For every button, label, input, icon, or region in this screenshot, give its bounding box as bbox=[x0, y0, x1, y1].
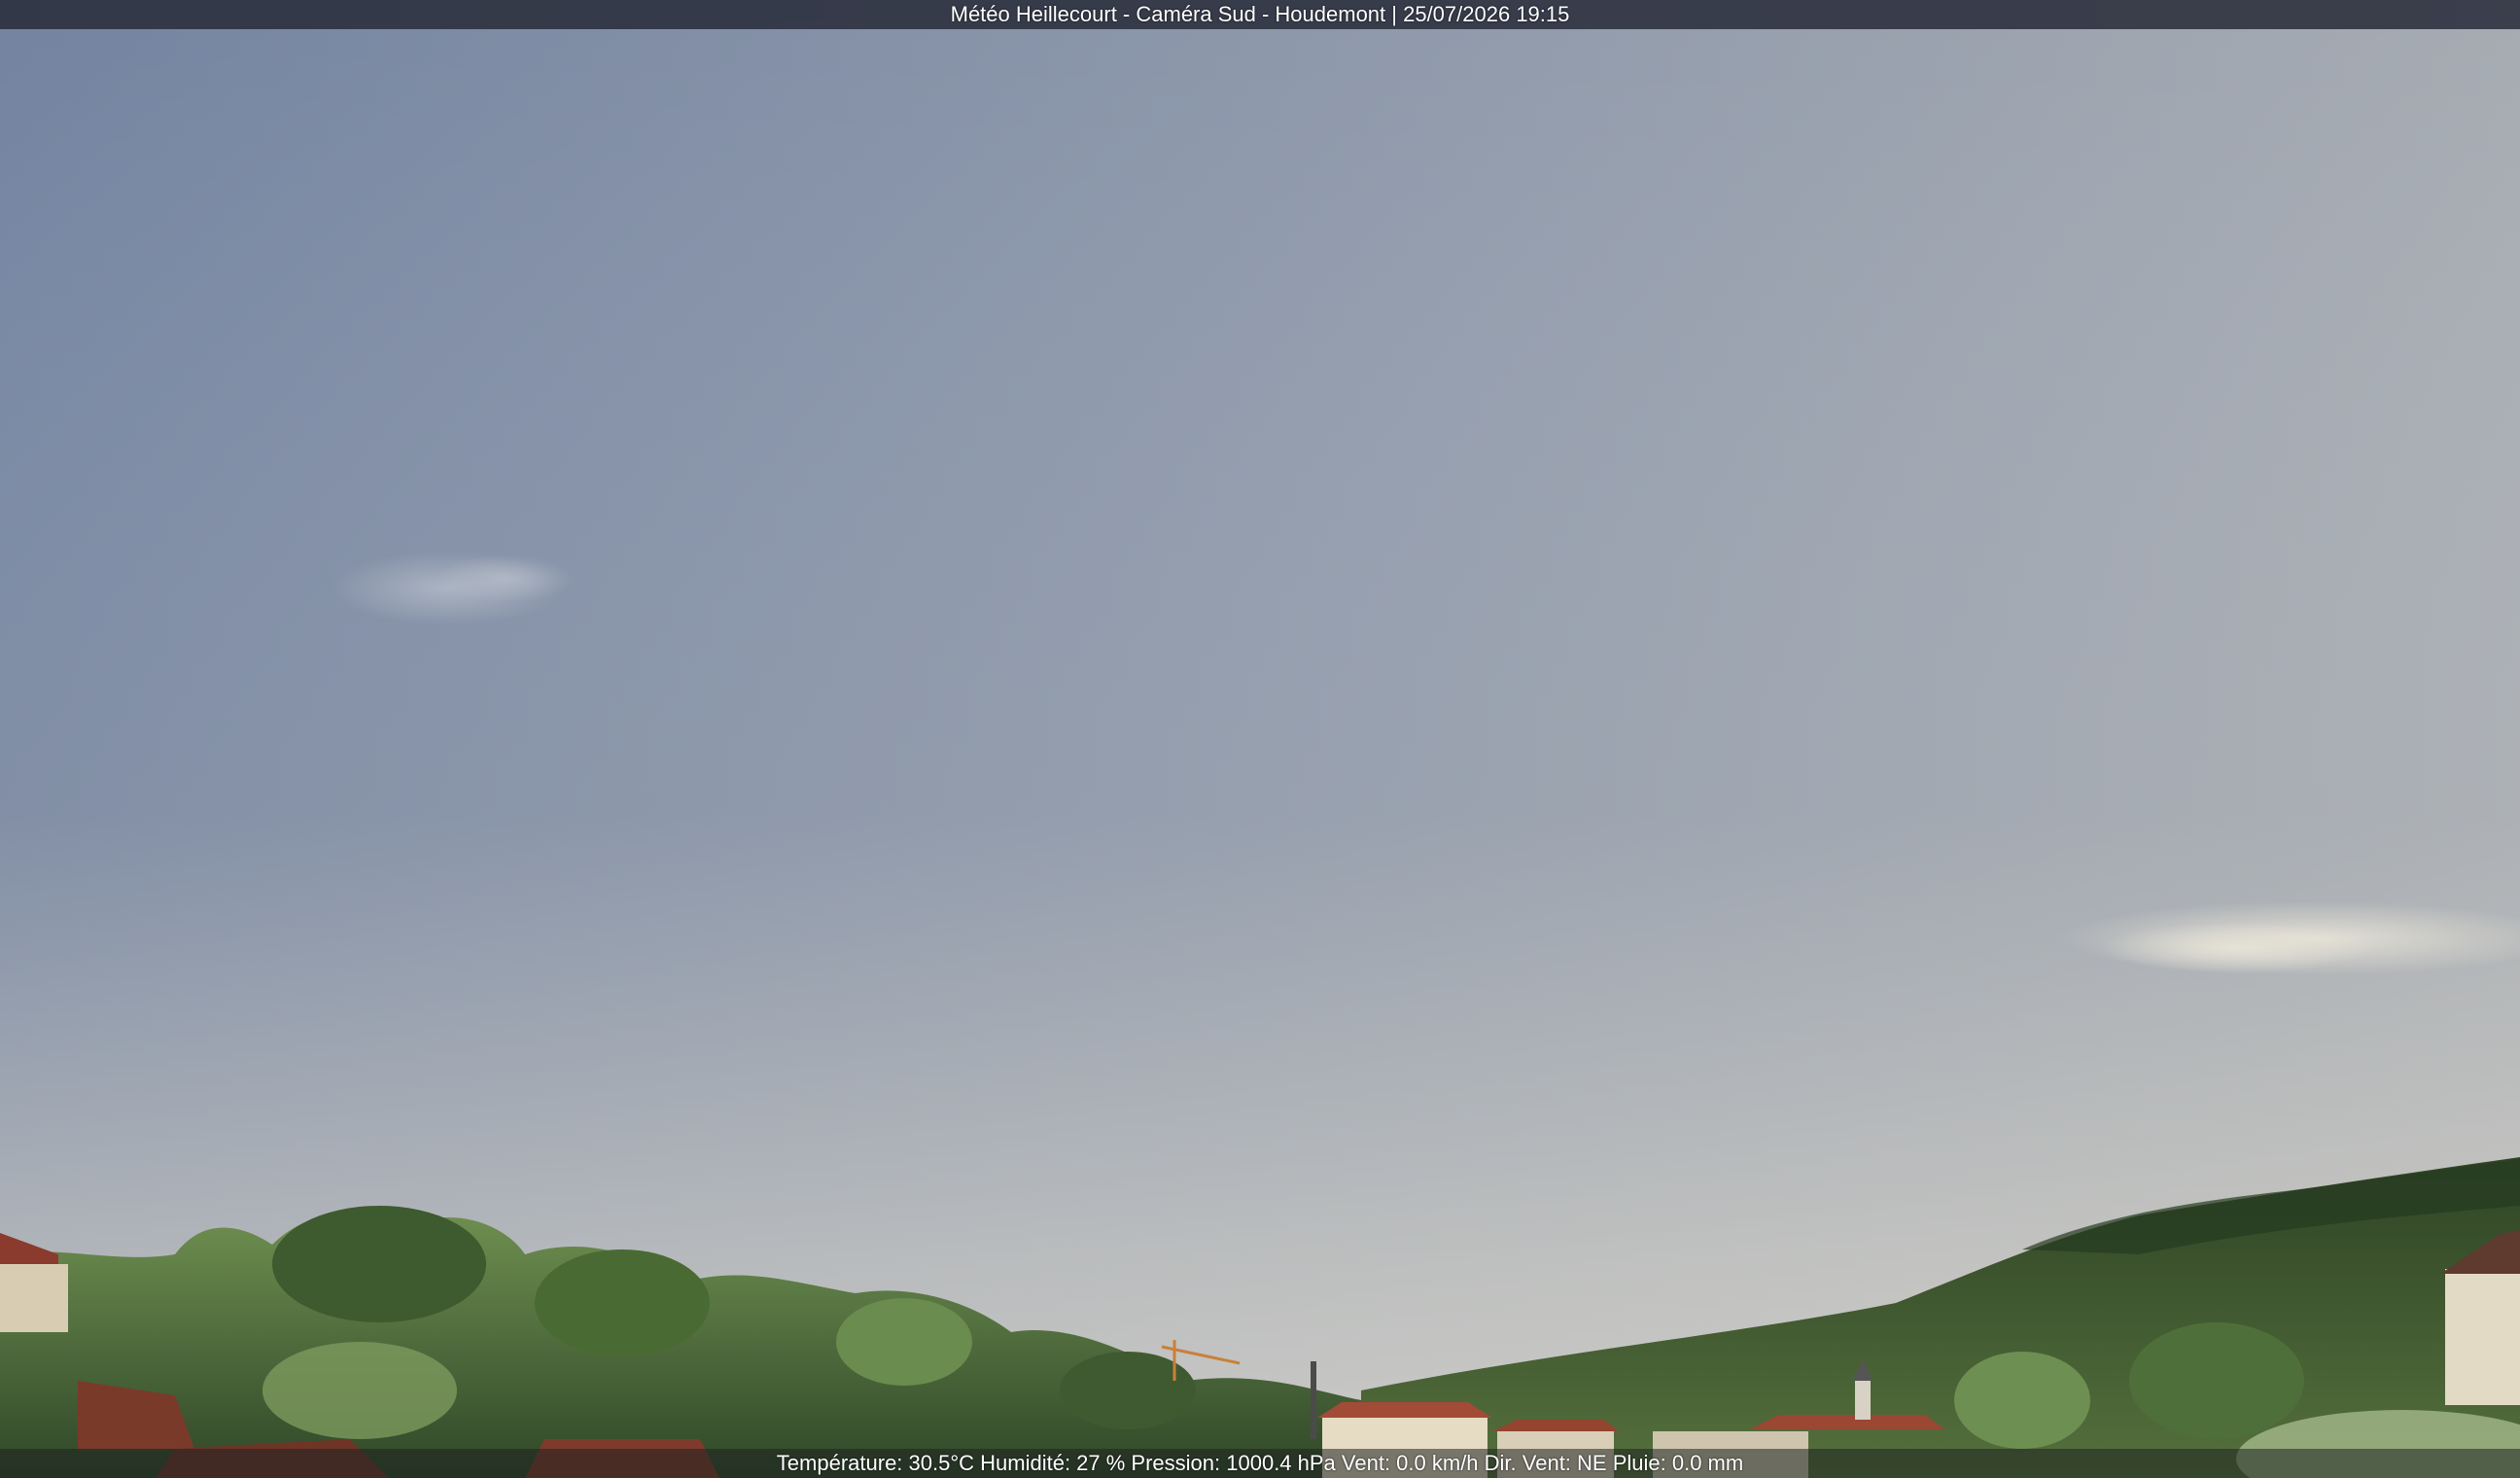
cloud-right-puff bbox=[2100, 923, 2372, 973]
tree-crown bbox=[1954, 1352, 2090, 1449]
cloud-left-puff bbox=[438, 555, 574, 602]
weather-readout: Température: 30.5°C Humidité: 27 % Press… bbox=[776, 1451, 1744, 1475]
building-right bbox=[2445, 1269, 2520, 1405]
tree-crown bbox=[535, 1249, 710, 1356]
house-left bbox=[0, 1264, 68, 1332]
webcam-scene bbox=[0, 0, 2520, 1478]
camera-caption: Météo Heillecourt - Caméra Sud - Houdemo… bbox=[950, 2, 1570, 26]
tree-crown bbox=[2129, 1322, 2304, 1439]
roof-red bbox=[1317, 1402, 1492, 1418]
webcam-frame: Météo Heillecourt - Caméra Sud - Houdemo… bbox=[0, 0, 2520, 1478]
tower bbox=[1311, 1361, 1316, 1439]
weather-readout-bar: Température: 30.5°C Humidité: 27 % Press… bbox=[0, 1449, 2520, 1478]
tree-crown bbox=[836, 1298, 972, 1386]
roof-red bbox=[1750, 1415, 1944, 1429]
church-tower bbox=[1855, 1381, 1871, 1420]
tree-crown bbox=[262, 1342, 457, 1439]
tree-crown bbox=[272, 1206, 486, 1322]
camera-caption-bar: Météo Heillecourt - Caméra Sud - Houdemo… bbox=[0, 0, 2520, 29]
